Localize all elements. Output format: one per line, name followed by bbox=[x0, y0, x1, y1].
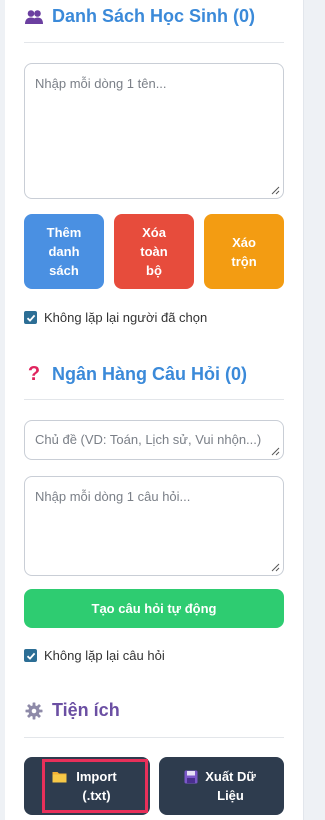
resize-grip-icon[interactable] bbox=[271, 447, 280, 456]
export-button[interactable]: Xuất Dữ Liệu bbox=[159, 757, 284, 815]
folder-icon bbox=[52, 772, 66, 783]
shuffle-label: Xáo trộn bbox=[231, 234, 257, 269]
students-section-title: Danh Sách Học Sinh (0) bbox=[24, 6, 255, 27]
questions-title-text: Ngân Hàng Câu Hỏi (0) bbox=[52, 364, 248, 384]
no-repeat-students-label: Không lặp lại người đã chọn bbox=[44, 310, 208, 325]
students-divider bbox=[24, 42, 284, 43]
delete-all-label: Xóa toàn bộ bbox=[140, 225, 168, 278]
resize-grip-icon[interactable] bbox=[271, 186, 280, 195]
no-repeat-questions-row[interactable]: Không lặp lại câu hỏi bbox=[24, 648, 165, 663]
export-label: Xuất Dữ Liệu bbox=[205, 769, 256, 803]
shuffle-button[interactable]: Xáo trộn bbox=[204, 214, 284, 289]
no-repeat-questions-label: Không lặp lại câu hỏi bbox=[44, 648, 165, 663]
question-mark-icon: ? bbox=[27, 363, 41, 385]
import-button[interactable]: Import (.txt) bbox=[24, 757, 150, 815]
topic-input[interactable]: Chủ đề (VD: Toán, Lịch sử, Vui nhộn...) bbox=[24, 420, 284, 460]
utilities-title-text: Tiện ích bbox=[52, 700, 120, 720]
no-repeat-students-row[interactable]: Không lặp lại người đã chọn bbox=[24, 310, 207, 325]
add-list-button[interactable]: Thêm danh sách bbox=[24, 214, 104, 289]
gear-icon bbox=[24, 701, 44, 721]
utilities-section-title: Tiện ích bbox=[24, 700, 120, 721]
people-icon bbox=[24, 7, 44, 27]
questions-textarea[interactable]: Nhập mỗi dòng 1 câu hỏi... bbox=[24, 476, 284, 576]
generate-questions-label: Tạo câu hỏi tự động bbox=[91, 601, 217, 616]
students-textarea[interactable]: Nhập mỗi dòng 1 tên... bbox=[24, 63, 284, 199]
delete-all-button[interactable]: Xóa toàn bộ bbox=[114, 214, 194, 289]
questions-section-title: ? Ngân Hàng Câu Hỏi (0) bbox=[24, 363, 248, 385]
utilities-divider bbox=[24, 737, 284, 738]
generate-questions-button[interactable]: Tạo câu hỏi tự động bbox=[24, 589, 284, 628]
topic-input-placeholder: Chủ đề (VD: Toán, Lịch sử, Vui nhộn...) bbox=[35, 432, 262, 447]
floppy-disk-icon bbox=[184, 770, 197, 784]
add-list-label: Thêm danh sách bbox=[46, 225, 82, 278]
import-label: Import (.txt) bbox=[76, 769, 117, 803]
questions-textarea-placeholder: Nhập mỗi dòng 1 câu hỏi... bbox=[35, 489, 191, 504]
questions-divider bbox=[24, 399, 284, 400]
resize-grip-icon[interactable] bbox=[271, 563, 280, 572]
no-repeat-students-checkbox[interactable] bbox=[24, 311, 37, 324]
students-title-text: Danh Sách Học Sinh (0) bbox=[52, 6, 256, 26]
students-textarea-placeholder: Nhập mỗi dòng 1 tên... bbox=[35, 76, 167, 91]
no-repeat-questions-checkbox[interactable] bbox=[24, 649, 37, 662]
